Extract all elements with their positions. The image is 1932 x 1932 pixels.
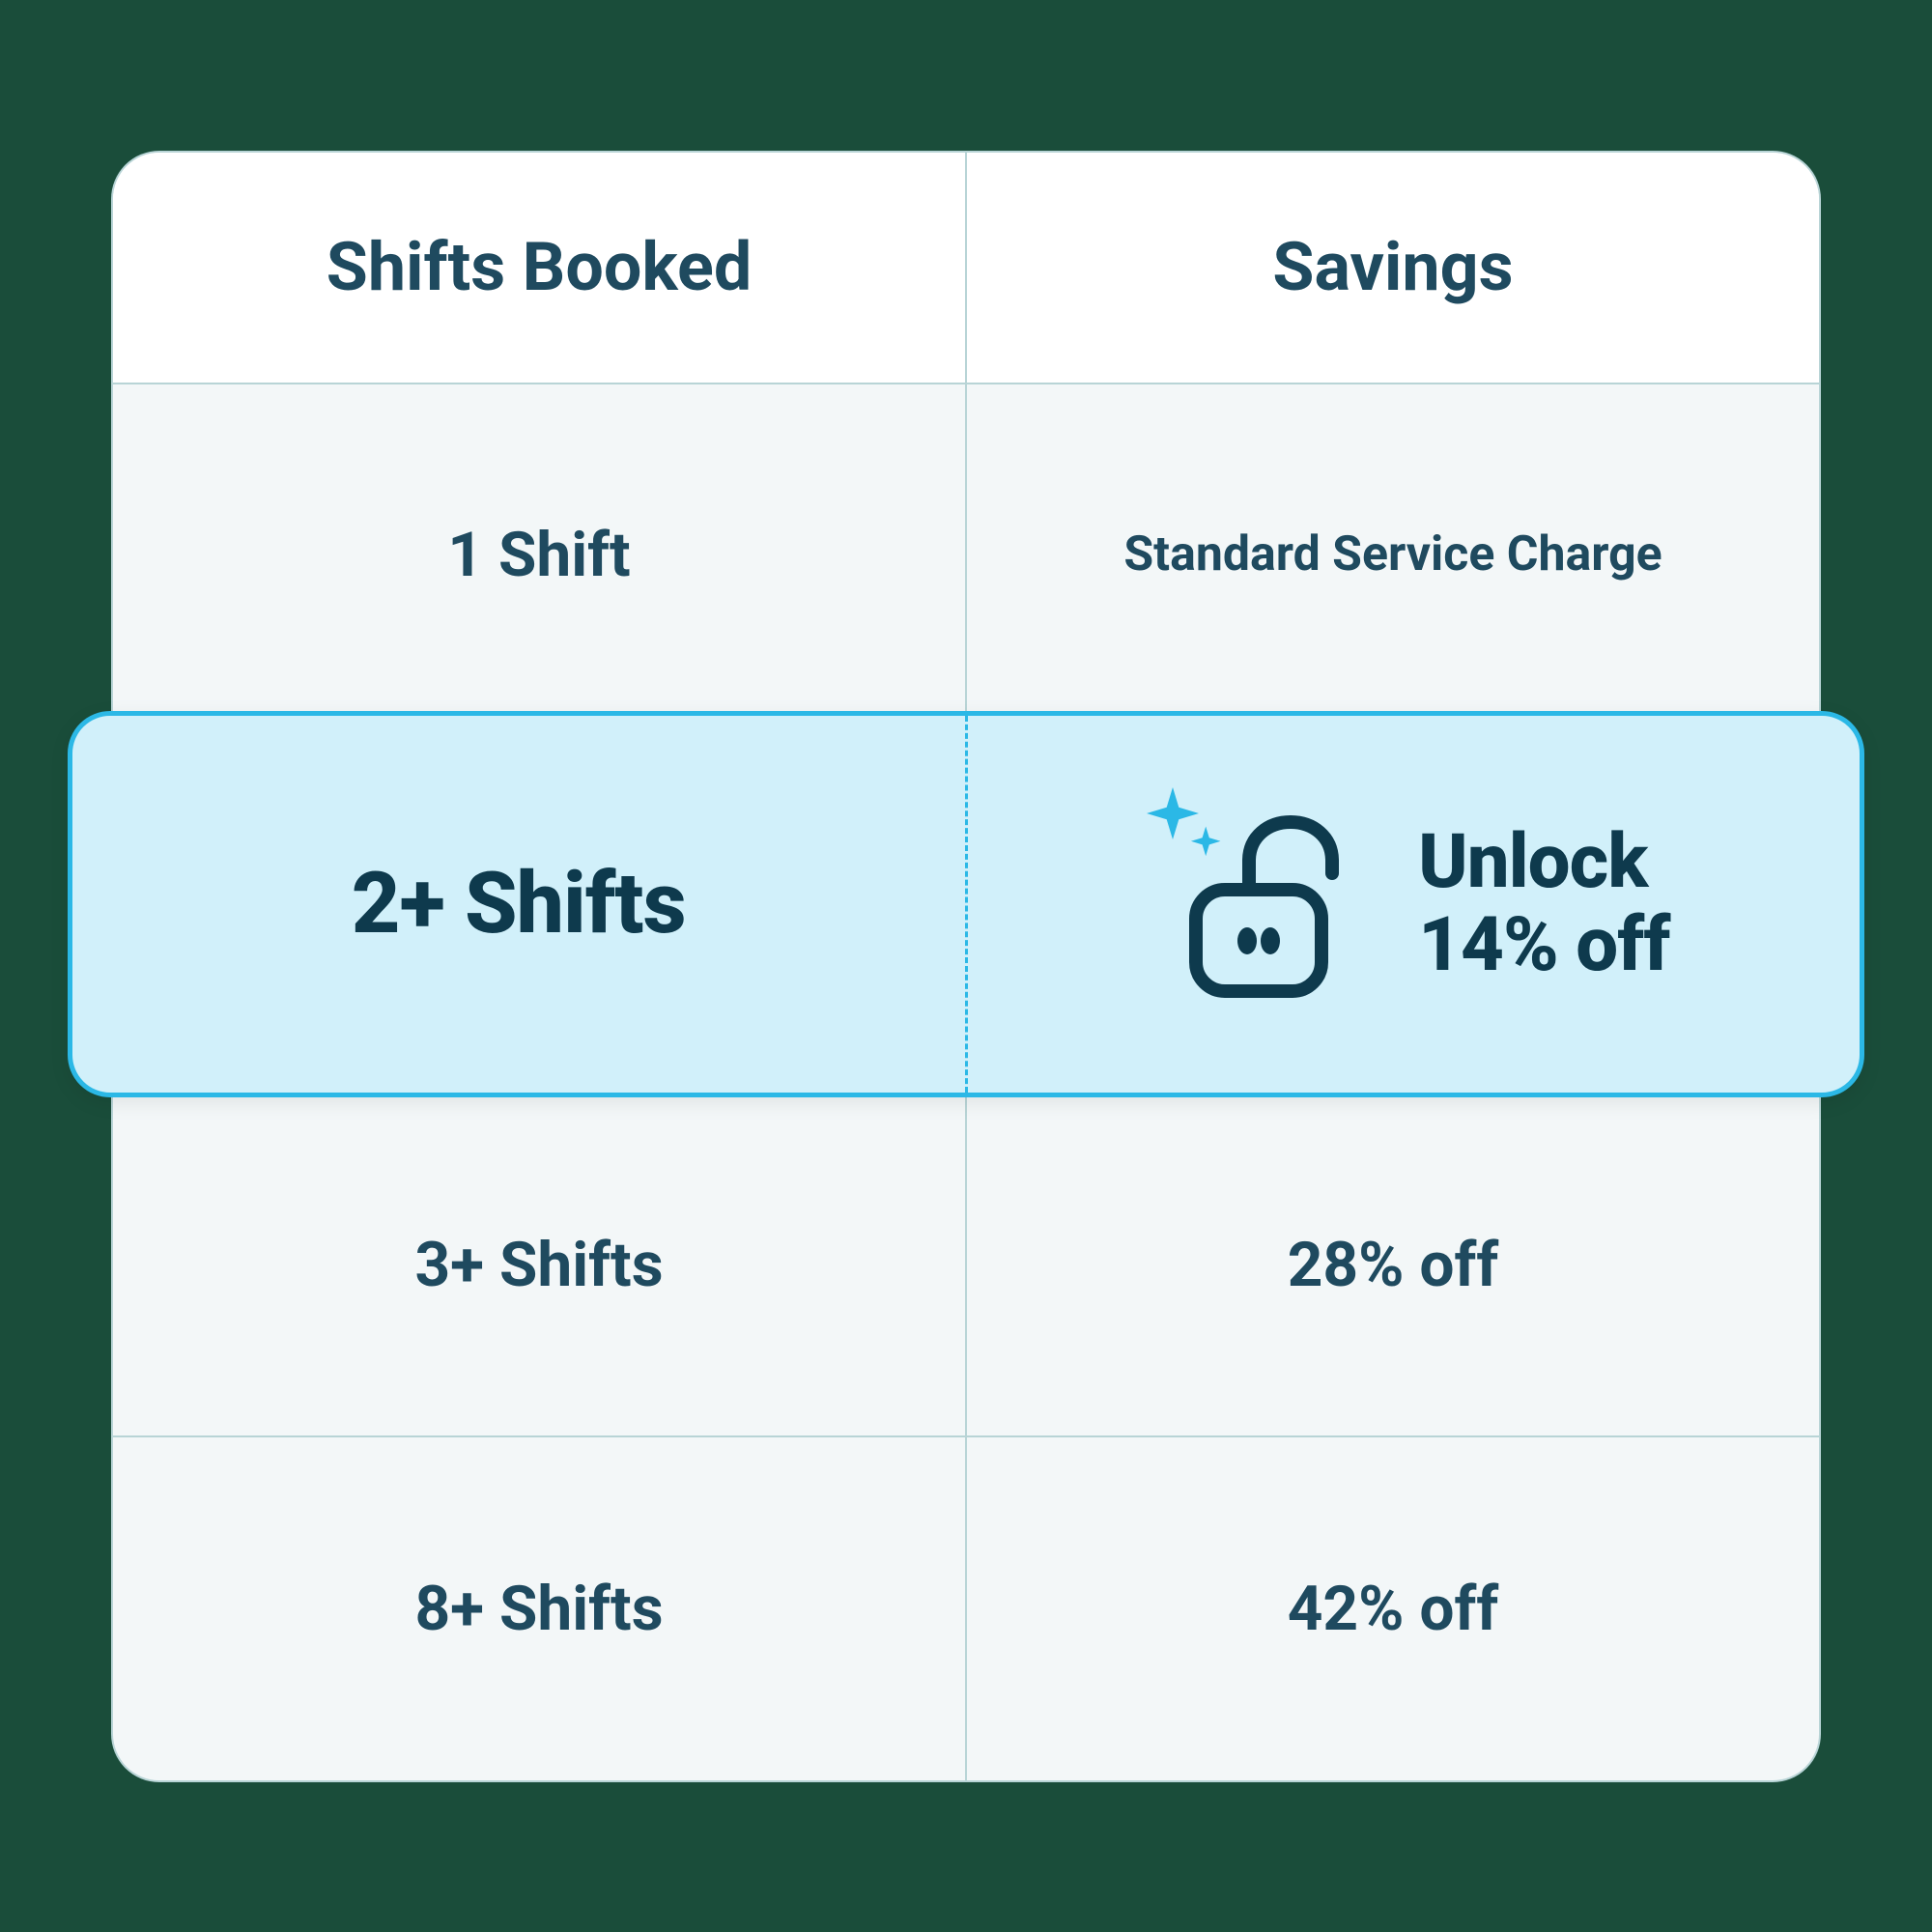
highlight-savings-label: Unlock 14% off — [1418, 821, 1669, 987]
highlight-shifts-label: 2+ Shifts — [352, 854, 686, 953]
savings-header: Savings — [967, 153, 1819, 384]
table-row: 3+ Shifts — [113, 1094, 965, 1437]
pricing-table-container: Shifts Booked 1 Shift 3+ Shifts 8+ Shift… — [68, 151, 1864, 1782]
unlock-icon — [1157, 798, 1370, 1010]
sparkle-icon — [1138, 779, 1225, 866]
highlighted-row: 2+ Shifts Unlock — [68, 711, 1864, 1097]
table-row: Standard Service Charge — [967, 384, 1819, 727]
highlight-savings-cell: Unlock 14% off — [968, 716, 1861, 1093]
highlight-shifts-cell: 2+ Shifts — [72, 716, 968, 1093]
shifts-header: Shifts Booked — [113, 153, 965, 384]
savings-value: Standard Service Charge — [1123, 525, 1662, 585]
table-row: 42% off — [967, 1437, 1819, 1780]
table-row: 8+ Shifts — [113, 1437, 965, 1780]
table-row: 28% off — [967, 1094, 1819, 1437]
table-row: 1 Shift — [113, 384, 965, 727]
